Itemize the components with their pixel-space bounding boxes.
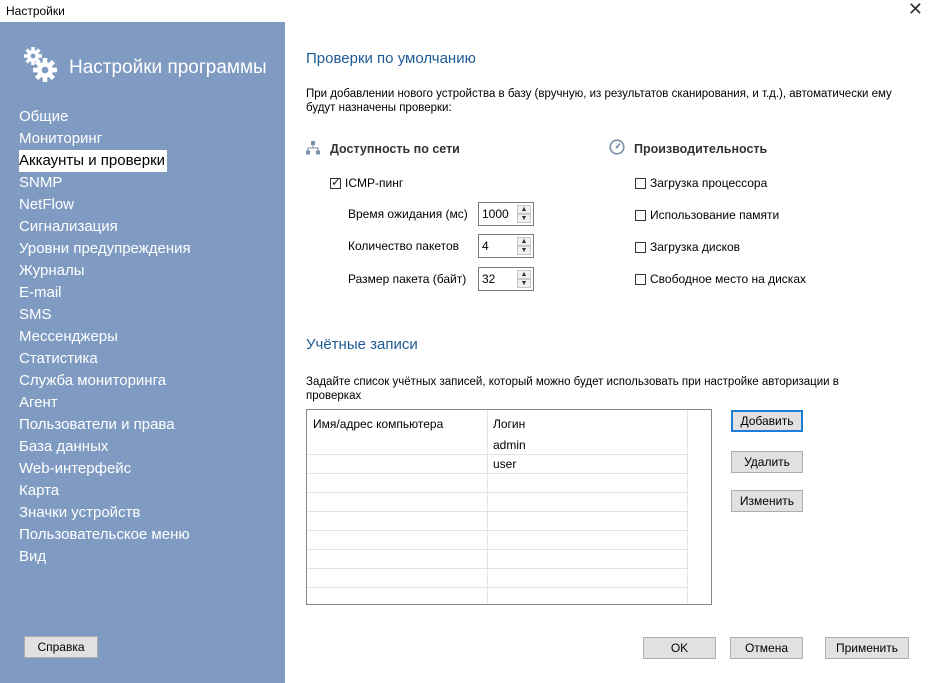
- icmp-checkbox[interactable]: [330, 175, 341, 189]
- icmp-label: ICMP-пинг: [345, 176, 404, 190]
- column-login[interactable]: Логин: [493, 417, 525, 431]
- sidebar-item[interactable]: Пользователи и права: [19, 414, 191, 436]
- sidebar-item[interactable]: База данных: [19, 436, 191, 458]
- table-row[interactable]: admin: [307, 436, 687, 455]
- timeout-value: 1000: [482, 207, 509, 221]
- title-bar: Настройки ✕: [0, 0, 933, 22]
- sidebar-item[interactable]: Служба мониторинга: [19, 370, 191, 392]
- help-button[interactable]: Справка: [24, 636, 98, 658]
- sidebar-item[interactable]: Статистика: [19, 348, 191, 370]
- table-row[interactable]: [307, 512, 687, 531]
- delete-button[interactable]: Удалить: [731, 451, 803, 473]
- performance-icon: [609, 139, 625, 155]
- gears-icon: [24, 47, 57, 82]
- sidebar-item[interactable]: Журналы: [19, 260, 191, 282]
- window-title: Настройки: [6, 4, 65, 18]
- sidebar-item[interactable]: Сигнализация: [19, 216, 191, 238]
- spin-down-icon[interactable]: ▼: [517, 246, 531, 255]
- sidebar-item[interactable]: SNMP: [19, 172, 191, 194]
- spin-down-icon[interactable]: ▼: [517, 214, 531, 223]
- sidebar-title: Настройки программы: [69, 57, 267, 78]
- packets-label: Количество пакетов: [348, 239, 460, 253]
- checks-description: При добавлении нового устройства в базу …: [306, 88, 892, 114]
- size-label: Размер пакета (байт): [348, 272, 467, 286]
- sidebar-item[interactable]: Пользовательское меню: [19, 524, 191, 546]
- packets-value: 4: [482, 239, 489, 253]
- accounts-description: Задайте список учётных записей, который …: [306, 376, 839, 402]
- spin-down-icon[interactable]: ▼: [517, 279, 531, 288]
- login-cell: admin: [493, 438, 526, 452]
- checks-title: Проверки по умолчанию: [306, 50, 476, 67]
- sidebar-item[interactable]: SMS: [19, 304, 191, 326]
- cancel-button[interactable]: Отмена: [730, 637, 803, 659]
- table-row[interactable]: [307, 550, 687, 569]
- sidebar-nav: Общие Мониторинг Аккаунты и проверки SNMP Ne…: [19, 106, 191, 568]
- table-row[interactable]: [307, 569, 687, 588]
- sidebar-item[interactable]: Значки устройств: [19, 502, 191, 524]
- sidebar-item[interactable]: Вид: [19, 546, 191, 568]
- sidebar-item[interactable]: E-mail: [19, 282, 191, 304]
- main-panel: Проверки по умолчанию При добавлении нов…: [285, 22, 933, 683]
- sidebar-item[interactable]: Web-интерфейс: [19, 458, 191, 480]
- sidebar-item[interactable]: Аккаунты и проверки: [19, 150, 168, 172]
- login-cell: user: [493, 457, 517, 471]
- spin-up-icon[interactable]: ▲: [517, 270, 531, 279]
- memory-label: Использование памяти: [650, 208, 780, 222]
- disk-space-checkbox[interactable]: [635, 274, 646, 285]
- cpu-checkbox[interactable]: [635, 178, 646, 189]
- network-section-title: Доступность по сети: [330, 142, 460, 156]
- sidebar: Настройки программы Общие Мониторинг Аккау…: [0, 22, 285, 683]
- disk-load-checkbox[interactable]: [635, 242, 646, 253]
- cpu-label: Загрузка процессора: [650, 176, 768, 190]
- table-row[interactable]: [307, 493, 687, 512]
- timeout-stepper[interactable]: 1000 ▲ ▼: [478, 202, 534, 226]
- performance-section-title: Производительность: [634, 142, 768, 156]
- add-button[interactable]: Добавить: [731, 410, 803, 432]
- sidebar-item[interactable]: Общие: [19, 106, 191, 128]
- memory-checkbox[interactable]: [635, 210, 646, 221]
- apply-button[interactable]: Применить: [825, 637, 909, 659]
- sidebar-item[interactable]: Карта: [19, 480, 191, 502]
- table-header: Имя/адрес компьютера Логин: [307, 410, 711, 436]
- size-stepper[interactable]: 32 ▲ ▼: [478, 267, 534, 291]
- network-icon: [306, 141, 320, 155]
- ok-button[interactable]: OK: [643, 637, 716, 659]
- table-row[interactable]: user: [307, 455, 687, 474]
- spin-up-icon[interactable]: ▲: [517, 237, 531, 246]
- table-row[interactable]: [307, 531, 687, 550]
- sidebar-item[interactable]: Мессенджеры: [19, 326, 191, 348]
- accounts-table[interactable]: Имя/адрес компьютера Логин admin user: [306, 409, 712, 605]
- timeout-label: Время ожидания (мс): [348, 207, 468, 221]
- close-icon[interactable]: ✕: [908, 0, 923, 20]
- sidebar-item[interactable]: Агент: [19, 392, 191, 414]
- spin-up-icon[interactable]: ▲: [517, 205, 531, 214]
- disk-load-label: Загрузка дисков: [650, 240, 740, 254]
- packets-stepper[interactable]: 4 ▲ ▼: [478, 234, 534, 258]
- column-host[interactable]: Имя/адрес компьютера: [313, 417, 443, 431]
- edit-button[interactable]: Изменить: [731, 490, 803, 512]
- disk-space-label: Свободное место на дисках: [650, 272, 806, 286]
- table-row[interactable]: [307, 474, 687, 493]
- sidebar-item[interactable]: NetFlow: [19, 194, 191, 216]
- accounts-title: Учётные записи: [306, 336, 418, 353]
- sidebar-item[interactable]: Уровни предупреждения: [19, 238, 191, 260]
- sidebar-item[interactable]: Мониторинг: [19, 128, 191, 150]
- size-value: 32: [482, 272, 496, 286]
